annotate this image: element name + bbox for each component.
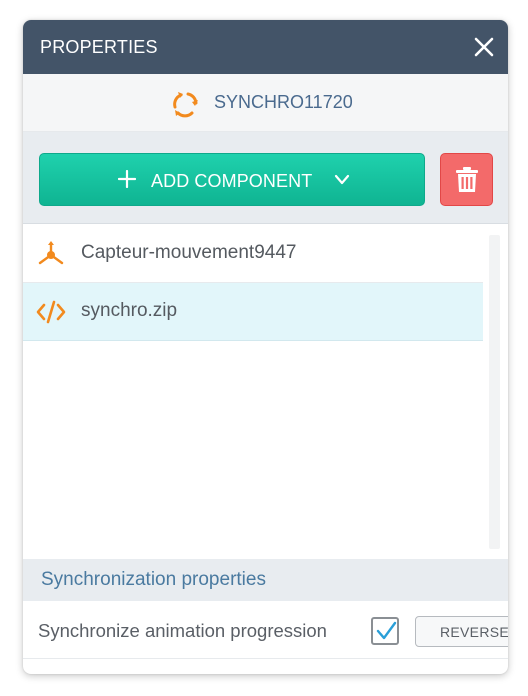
list-item-motion-sensor[interactable]: Capteur-mouvement9447 [23, 225, 483, 283]
motion-sensor-icon [38, 241, 64, 265]
trash-icon [456, 167, 478, 192]
panel-title: PROPERTIES [40, 37, 158, 57]
properties-panel: PROPERTIES SYNCHRO11720 ADD COMPONENT Ca… [23, 20, 508, 674]
add-component-label: ADD COMPONENT [151, 171, 313, 191]
component-list: Capteur-mouvement9447 synchro.zip [23, 225, 508, 559]
reverse-button[interactable]: REVERSE [415, 616, 508, 647]
plus-icon [118, 170, 136, 188]
chevron-down-icon [334, 174, 350, 185]
checkmark-icon [376, 621, 397, 640]
property-row-sync-animation: Synchronize animation progression REVERS… [23, 601, 508, 659]
entity-name: SYNCHRO11720 [214, 92, 353, 112]
list-item-label: Capteur-mouvement9447 [81, 242, 297, 263]
sync-arrows-icon [173, 92, 198, 118]
close-icon [474, 37, 494, 57]
sync-animation-checkbox[interactable] [371, 617, 399, 645]
component-toolbar: ADD COMPONENT [23, 132, 508, 224]
list-scrollbar[interactable] [489, 235, 500, 549]
delete-component-button[interactable] [440, 153, 493, 206]
code-icon [36, 300, 66, 324]
add-component-button[interactable]: ADD COMPONENT [39, 153, 425, 206]
sync-animation-label: Synchronize animation progression [38, 620, 327, 641]
section-header: Synchronization properties [23, 559, 508, 601]
close-button[interactable] [472, 35, 496, 59]
panel-header: PROPERTIES [23, 20, 508, 74]
list-item-label: synchro.zip [81, 300, 178, 321]
entity-bar: SYNCHRO11720 [23, 74, 508, 132]
reverse-button-label: REVERSE [440, 624, 508, 640]
list-item-synchro-zip[interactable]: synchro.zip [23, 283, 483, 341]
section-title: Synchronization properties [41, 569, 266, 590]
